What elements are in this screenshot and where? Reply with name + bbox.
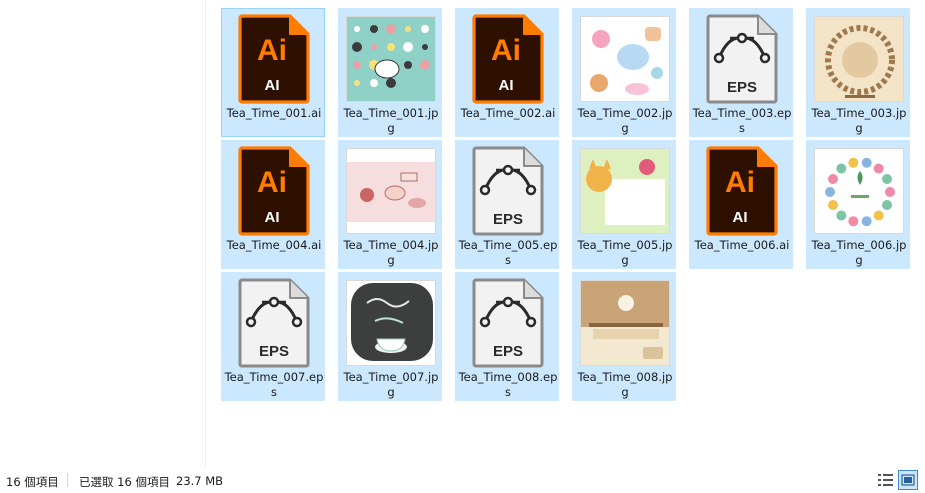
file-item[interactable]: EPS Tea_Time_007.eps <box>221 272 325 401</box>
ai-icon-sublabel: AI <box>265 209 280 226</box>
illustrator-file-icon: Ai AI <box>229 146 319 236</box>
file-name: Tea_Time_006.jpg <box>811 238 907 267</box>
image-preview <box>580 14 670 104</box>
file-item[interactable]: Tea_Time_006.jpg <box>806 140 910 269</box>
image-preview <box>580 146 670 236</box>
ai-icon-sublabel: AI <box>733 209 748 226</box>
image-preview <box>346 14 436 104</box>
image-thumbnail <box>346 16 436 102</box>
file-explorer-window: Ai AI Tea_Time_001.ai Tea_Time_001.jpg Ai AI T… <box>0 0 925 493</box>
file-item[interactable]: Tea_Time_002.jpg <box>572 8 676 137</box>
image-thumbnail <box>346 148 436 234</box>
ai-icon-label: Ai <box>257 34 287 67</box>
file-item[interactable]: Tea_Time_001.jpg <box>338 8 442 137</box>
eps-icon-label: EPS <box>727 79 757 96</box>
ai-icon-label: Ai <box>491 34 521 67</box>
file-name: Tea_Time_003.eps <box>692 106 792 135</box>
large-icons-view-icon[interactable] <box>898 470 918 490</box>
file-name: Tea_Time_002.jpg <box>577 106 673 135</box>
illustrator-file-icon: Ai AI <box>463 14 553 104</box>
file-item[interactable]: Tea_Time_003.jpg <box>806 8 910 137</box>
file-name: Tea_Time_001.ai <box>226 106 322 120</box>
file-name: Tea_Time_001.jpg <box>343 106 439 135</box>
file-item[interactable]: Tea_Time_004.jpg <box>338 140 442 269</box>
image-thumbnail <box>580 280 670 366</box>
image-thumbnail <box>580 16 670 102</box>
image-thumbnail <box>814 16 904 102</box>
file-item[interactable]: EPS Tea_Time_003.eps <box>689 8 793 137</box>
eps-icon-label: EPS <box>259 343 289 360</box>
ai-icon-label: Ai <box>725 166 755 199</box>
file-name: Tea_Time_004.jpg <box>343 238 439 267</box>
file-name: Tea_Time_004.ai <box>226 238 322 252</box>
file-name: Tea_Time_005.jpg <box>577 238 673 267</box>
selected-size: 23.7 MB <box>176 474 224 488</box>
file-item[interactable]: EPS Tea_Time_005.eps <box>455 140 559 269</box>
file-name: Tea_Time_007.jpg <box>343 370 439 399</box>
image-thumbnail <box>580 148 670 234</box>
image-preview <box>346 146 436 236</box>
image-preview <box>346 278 436 368</box>
file-item[interactable]: EPS Tea_Time_008.eps <box>455 272 559 401</box>
file-item[interactable]: Ai AI Tea_Time_006.ai <box>689 140 793 269</box>
file-item[interactable]: Ai AI Tea_Time_004.ai <box>221 140 325 269</box>
illustrator-file-icon: Ai AI <box>229 14 319 104</box>
file-name: Tea_Time_008.jpg <box>577 370 673 399</box>
file-item[interactable]: Tea_Time_007.jpg <box>338 272 442 401</box>
image-thumbnail <box>814 148 904 234</box>
eps-file-icon: EPS <box>697 14 787 104</box>
file-name: Tea_Time_003.jpg <box>811 106 907 135</box>
ai-icon-sublabel: AI <box>265 77 280 94</box>
eps-file-icon: EPS <box>463 278 553 368</box>
eps-file-icon: EPS <box>463 146 553 236</box>
ai-icon-sublabel: AI <box>499 77 514 94</box>
file-item[interactable]: Tea_Time_005.jpg <box>572 140 676 269</box>
ai-icon-label: Ai <box>257 166 287 199</box>
file-item[interactable]: Ai AI Tea_Time_001.ai <box>221 8 325 137</box>
illustrator-file-icon: Ai AI <box>697 146 787 236</box>
eps-icon-label: EPS <box>493 343 523 360</box>
eps-file-icon: EPS <box>229 278 319 368</box>
image-preview <box>814 146 904 236</box>
eps-icon-label: EPS <box>493 211 523 228</box>
selected-count: 已選取 16 個項目 <box>79 475 170 489</box>
status-divider <box>67 473 68 487</box>
file-name: Tea_Time_008.eps <box>458 370 558 399</box>
status-bar: 16 個項目 已選取 16 個項目 23.7 MB <box>0 467 925 493</box>
file-item[interactable]: Ai AI Tea_Time_002.ai <box>455 8 559 137</box>
file-name: Tea_Time_007.eps <box>224 370 324 399</box>
item-count: 16 個項目 <box>6 475 59 489</box>
file-name: Tea_Time_002.ai <box>460 106 556 120</box>
file-list-pane[interactable]: Ai AI Tea_Time_001.ai Tea_Time_001.jpg Ai AI T… <box>206 0 925 467</box>
image-preview <box>580 278 670 368</box>
file-item[interactable]: Tea_Time_008.jpg <box>572 272 676 401</box>
navigation-pane[interactable] <box>0 0 206 467</box>
details-view-icon[interactable] <box>877 472 895 488</box>
image-preview <box>814 14 904 104</box>
file-name: Tea_Time_006.ai <box>694 238 790 252</box>
image-thumbnail <box>346 280 436 366</box>
file-name: Tea_Time_005.eps <box>458 238 558 267</box>
